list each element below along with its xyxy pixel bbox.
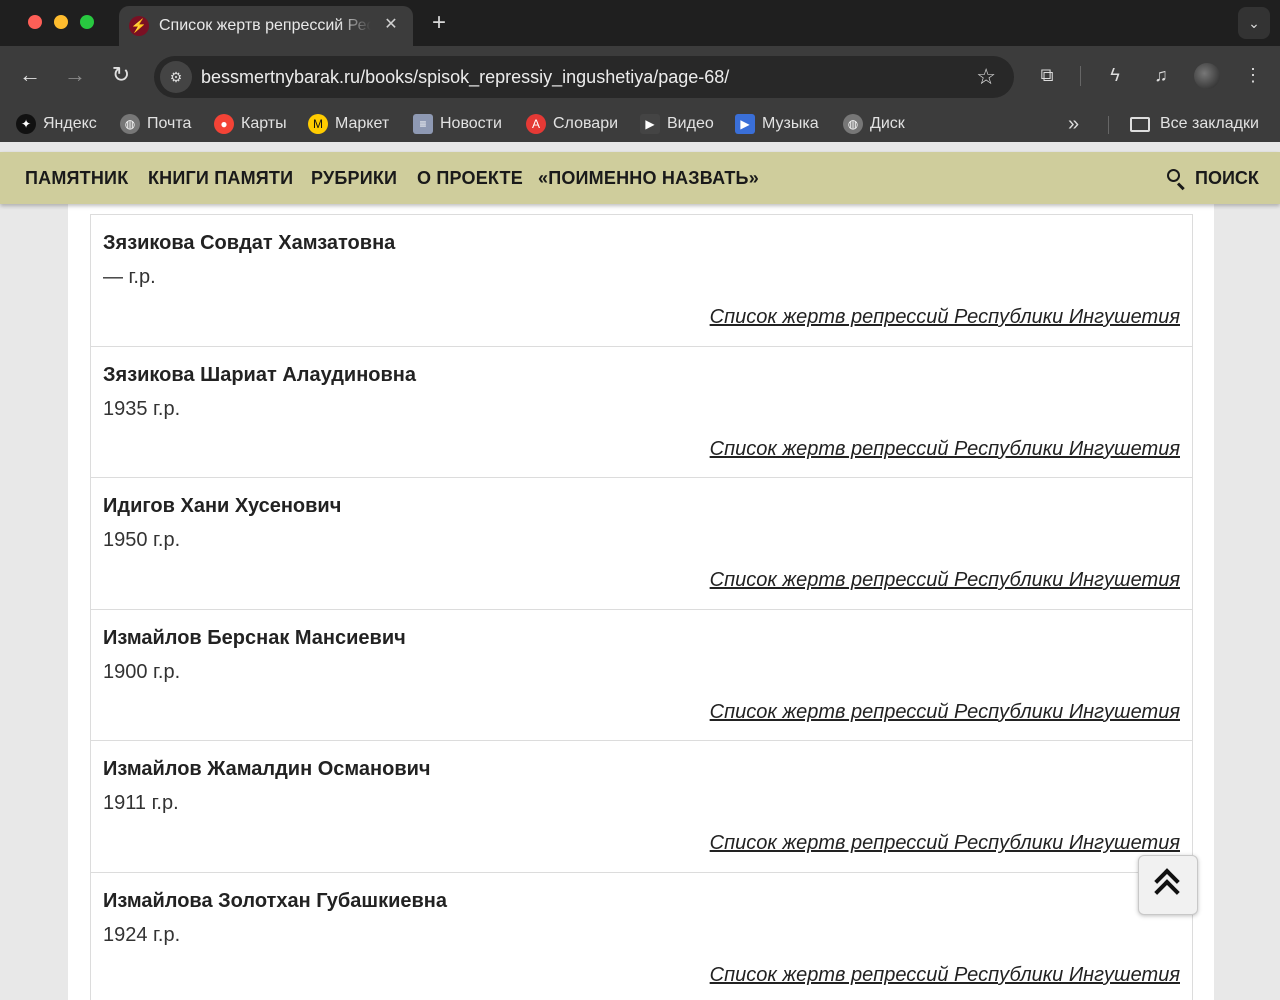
forward-button[interactable]: → — [60, 60, 90, 90]
back-button[interactable]: ← — [15, 60, 45, 90]
browser-titlebar: ⚡ Список жертв репрессий Республики Ингу… — [0, 0, 1280, 46]
person-name: Измайлов Жамалдин Османович — [103, 758, 431, 781]
bookmarks-divider — [1108, 116, 1109, 134]
birth-year: 1900 г.р. — [103, 660, 181, 683]
nav-o-proekte[interactable]: О ПРОЕКТЕ — [417, 167, 523, 189]
bookmark-label: Видео — [667, 115, 714, 132]
map-pin-icon: ● — [214, 114, 234, 134]
site-info-icon[interactable]: ⚙ — [160, 61, 192, 93]
bookmark-label: Яндекс — [43, 115, 97, 132]
bookmark-pochta[interactable]: ◍ Почта — [120, 112, 191, 136]
bookmark-disk[interactable]: ◍ Диск — [843, 112, 905, 136]
bookmark-label: Диск — [870, 115, 905, 132]
search-button[interactable]: ПОИСК — [1195, 167, 1259, 189]
document-icon: ≡ — [413, 114, 433, 134]
list-item: Идигов Хани Хусенович 1950 г.р. Список ж… — [90, 477, 1193, 609]
tab-close-icon[interactable]: ✕ — [381, 15, 401, 35]
bookmark-label: Музыка — [762, 115, 819, 132]
media-controls-icon[interactable]: ♫ — [1148, 62, 1174, 88]
birth-year: 1924 г.р. — [103, 923, 181, 946]
bookmark-star-icon[interactable]: ☆ — [976, 64, 996, 90]
page-viewport: ПАМЯТНИК КНИГИ ПАМЯТИ РУБРИКИ О ПРОЕКТЕ … — [0, 142, 1280, 1000]
browser-tab-active[interactable]: ⚡ Список жертв репрессий Республики Ингу… — [119, 6, 413, 46]
list-item: Зязикова Шариат Алаудиновна 1935 г.р. Сп… — [90, 345, 1193, 478]
book-link[interactable]: Список жертв репрессий Республики Ингуше… — [710, 700, 1180, 724]
bookmarks-overflow-icon[interactable]: » — [1068, 112, 1079, 136]
nav-poimenno-nazvat[interactable]: «ПОИМЕННО НАЗВАТЬ» — [538, 167, 759, 189]
bookmark-muzyka[interactable]: ▶ Музыка — [735, 112, 819, 136]
window-close-button[interactable] — [28, 15, 42, 29]
performance-icon[interactable]: ϟ — [1102, 62, 1128, 88]
birth-year: 1935 г.р. — [103, 397, 181, 420]
nav-rubriki[interactable]: РУБРИКИ — [311, 167, 397, 189]
reload-button[interactable]: ↻ — [106, 60, 136, 90]
list-item: Измайлов Жамалдин Османович 1911 г.р. Сп… — [90, 740, 1193, 872]
address-bar[interactable]: ⚙ bessmertnybarak.ru/books/spisok_repres… — [154, 56, 1014, 98]
book-link[interactable]: Список жертв репрессий Республики Ингуше… — [710, 568, 1180, 592]
victims-list: Зязикова Совдат Хамзатовна — г.р. Список… — [90, 214, 1193, 1000]
bookmark-label: Маркет — [335, 115, 390, 132]
folder-icon — [1130, 116, 1150, 132]
dictionary-icon: A — [526, 114, 546, 134]
person-name: Зязикова Шариат Алаудиновна — [103, 363, 416, 386]
browser-menu-icon[interactable]: ⋮ — [1240, 62, 1266, 88]
all-bookmarks-button[interactable]: Все закладки — [1130, 112, 1259, 136]
bookmark-label: Новости — [440, 115, 502, 132]
bookmark-yandex[interactable]: ✦ Яндекс — [16, 112, 97, 136]
bookmark-slovari[interactable]: A Словари — [526, 112, 618, 136]
url-text[interactable]: bessmertnybarak.ru/books/spisok_repressi… — [201, 66, 729, 88]
market-icon: M — [308, 114, 328, 134]
person-name: Зязикова Совдат Хамзатовна — [103, 232, 396, 254]
book-link[interactable]: Список жертв репрессий Республики Ингуше… — [710, 963, 1180, 987]
main-content: Зязикова Совдат Хамзатовна — г.р. Список… — [68, 204, 1214, 1000]
site-navigation: ПАМЯТНИК КНИГИ ПАМЯТИ РУБРИКИ О ПРОЕКТЕ … — [0, 152, 1280, 204]
tab-title: Список жертв репрессий Республики Ингуше… — [159, 17, 371, 34]
new-tab-button[interactable]: + — [426, 10, 452, 36]
scroll-to-top-button[interactable] — [1138, 855, 1198, 915]
play-icon: ▶ — [640, 114, 660, 134]
bookmark-label: Словари — [553, 115, 619, 132]
globe-icon: ◍ — [120, 114, 140, 134]
person-name: Измайлова Золотхан Губашкиевна — [103, 889, 447, 912]
extensions-icon[interactable]: ⧉ — [1034, 62, 1060, 88]
bookmark-label: Карты — [241, 115, 287, 132]
yandex-icon: ✦ — [16, 114, 36, 134]
tab-search-button[interactable]: ⌄ — [1238, 7, 1270, 39]
birth-year: 1950 г.р. — [103, 529, 181, 552]
toolbar-divider — [1080, 66, 1081, 86]
book-link[interactable]: Список жертв репрессий Республики Ингуше… — [710, 437, 1180, 461]
bookmarks-bar: ✦ Яндекс ◍ Почта ● Карты M Маркет ≡ Ново… — [0, 106, 1280, 142]
person-name: Измайлов Берснак Мансиевич — [103, 626, 406, 649]
site-favicon-icon: ⚡ — [129, 16, 149, 36]
list-item: Зязикова Совдат Хамзатовна — г.р. Список… — [90, 214, 1193, 346]
bookmark-label: Почта — [147, 115, 192, 132]
list-item: Измайлова Золотхан Губашкиевна 1924 г.р.… — [90, 871, 1193, 1000]
bookmark-karty[interactable]: ● Карты — [214, 112, 287, 136]
book-link[interactable]: Список жертв репрессий Республики Ингуше… — [710, 305, 1180, 329]
bookmark-novosti[interactable]: ≡ Новости — [413, 112, 502, 136]
all-bookmarks-label: Все закладки — [1160, 115, 1259, 132]
search-icon[interactable] — [1166, 168, 1186, 191]
window-zoom-button[interactable] — [80, 15, 94, 29]
birth-year: 1911 г.р. — [103, 792, 179, 815]
book-link[interactable]: Список жертв репрессий Республики Ингуше… — [710, 831, 1180, 855]
music-icon: ▶ — [735, 114, 755, 134]
birth-year: — г.р. — [103, 266, 156, 288]
list-item: Измайлов Берснак Мансиевич 1900 г.р. Спи… — [90, 608, 1193, 741]
bookmark-market[interactable]: M Маркет — [308, 112, 389, 136]
globe-icon: ◍ — [843, 114, 863, 134]
browser-toolbar: ← → ↻ ⚙ bessmertnybarak.ru/books/spisok_… — [0, 46, 1280, 106]
person-name: Идигов Хани Хусенович — [103, 495, 342, 518]
nav-knigi-pamyati[interactable]: КНИГИ ПАМЯТИ — [148, 167, 293, 189]
window-minimize-button[interactable] — [54, 15, 68, 29]
nav-pamyatnik[interactable]: ПАМЯТНИК — [25, 167, 128, 189]
profile-avatar[interactable] — [1194, 63, 1220, 89]
bookmark-video[interactable]: ▶ Видео — [640, 112, 714, 136]
